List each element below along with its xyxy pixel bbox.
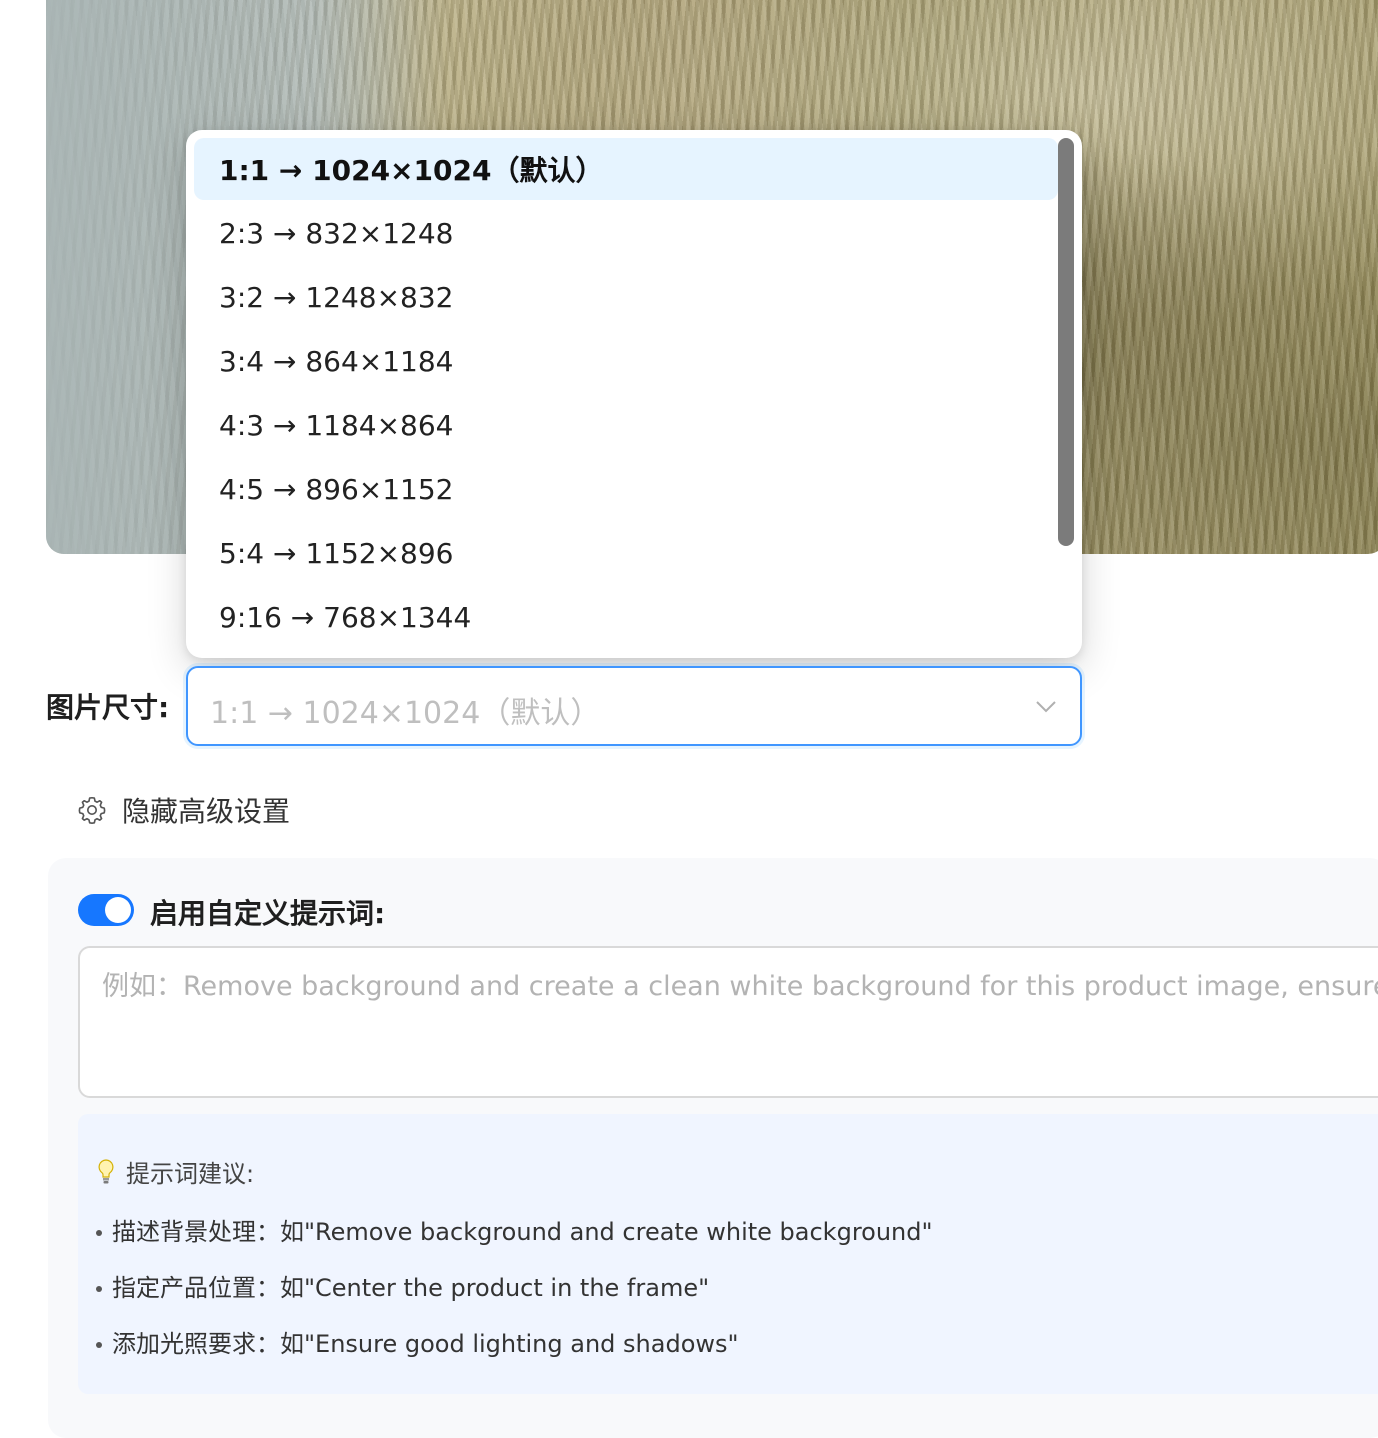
switch-knob [105,897,131,923]
bullet [96,1342,102,1348]
tips-title-text: 提示词建议: [126,1160,255,1188]
custom-prompt-label: 启用自定义提示词: [150,897,386,930]
size-option[interactable]: 2:3 → 832×1248 [194,202,1058,264]
tip-item: 添加光照要求：如"Ensure good lighting and shadow… [96,1324,739,1359]
tip-item: 描述背景处理：如"Remove background and create wh… [96,1212,933,1247]
tip-text: 指定产品位置：如"Center the product in the frame… [112,1274,710,1302]
gear-icon [78,796,106,824]
size-option[interactable]: 1:1 → 1024×1024（默认） [194,138,1058,200]
size-dropdown-menu[interactable]: 1:1 → 1024×1024（默认） 2:3 → 832×1248 3:2 →… [186,130,1082,658]
advanced-settings-label: 隐藏高级设置 [122,795,291,828]
tip-item: 指定产品位置：如"Center the product in the frame… [96,1268,709,1303]
lightbulb-icon [98,1158,114,1183]
tip-text: 添加光照要求：如"Ensure good lighting and shadow… [112,1330,739,1358]
chevron-down-icon [1036,701,1056,713]
prompt-tips-box: 提示词建议: 描述背景处理：如"Remove background and cr… [78,1114,1378,1394]
custom-prompt-textarea[interactable]: 例如：Remove background and create a clean … [78,946,1378,1098]
image-size-value: 1:1 → 1024×1024（默认） [210,696,601,731]
image-size-select[interactable]: 1:1 → 1024×1024（默认） [186,666,1082,746]
size-option[interactable]: 3:2 → 1248×832 [194,266,1058,328]
size-option[interactable]: 5:4 → 1152×896 [194,522,1058,584]
tip-text: 描述背景处理：如"Remove background and create wh… [112,1218,933,1246]
size-option[interactable]: 9:16 → 768×1344 [194,586,1058,648]
advanced-settings-toggle[interactable]: 隐藏高级设置 [78,790,290,830]
tips-title: 提示词建议: [96,1154,254,1189]
custom-prompt-switch[interactable] [78,894,134,926]
custom-prompt-placeholder: 例如：Remove background and create a clean … [102,971,1378,1002]
size-option[interactable]: 4:5 → 896×1152 [194,458,1058,520]
bullet [96,1230,102,1236]
image-size-label: 图片尺寸: [46,691,170,724]
dropdown-scrollbar[interactable] [1058,138,1074,546]
size-option[interactable]: 3:4 → 864×1184 [194,330,1058,392]
bullet [96,1286,102,1292]
size-option[interactable]: 4:3 → 1184×864 [194,394,1058,456]
